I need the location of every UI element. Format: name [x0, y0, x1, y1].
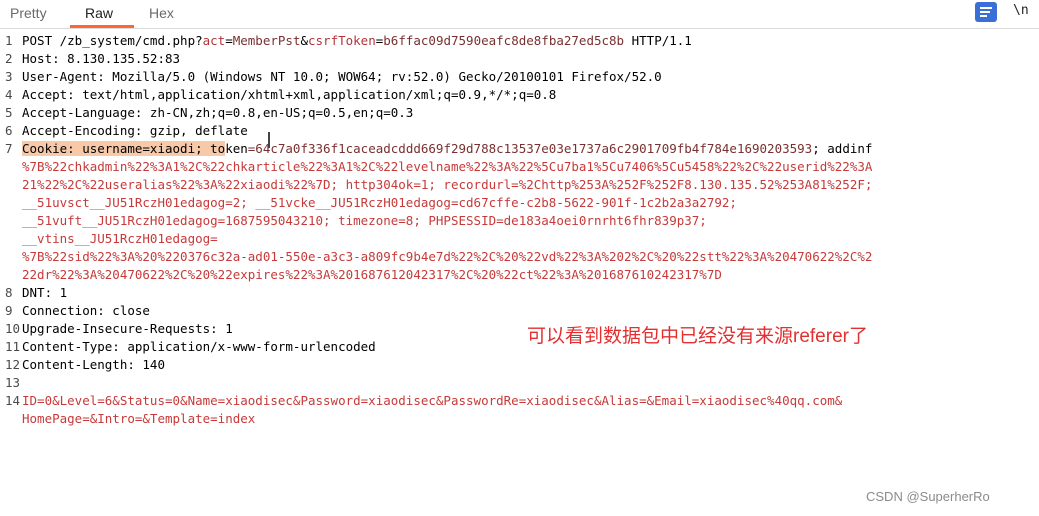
line-number: 14 — [5, 393, 21, 408]
line-number: 6 — [5, 123, 13, 138]
cookie-wrap-line: 22dr%22%3A%20470622%2C%20%22expires%22%3… — [22, 267, 722, 282]
tab-pretty[interactable]: Pretty — [10, 4, 47, 24]
show-newlines-button[interactable]: \n — [1013, 3, 1029, 18]
cookie-wrap-line: 21%22%2C%22useralias%22%3A%22xiaodi%22%7… — [22, 177, 873, 192]
line-number: 10 — [5, 321, 21, 336]
line-number: 3 — [5, 69, 13, 84]
cookie-wrap-line: __51uvsct__JU51RczH01edagog=2; __51vcke_… — [22, 195, 737, 210]
content-type-header: Content-Type: application/x-www-form-url… — [22, 339, 376, 354]
request-text: POST /zb_system/cmd.php?act=MemberPst&cs… — [22, 32, 1039, 464]
request-body: ID=0&Level=6&Status=0&Name=xiaodisec&Pas… — [22, 393, 843, 408]
line-number: 9 — [5, 303, 13, 318]
connection-header: Connection: close — [22, 303, 150, 318]
line-number: 4 — [5, 87, 13, 102]
cookie-wrap-line: %7B%22chkadmin%22%3A1%2C%22chkarticle%22… — [22, 159, 873, 174]
cookie-wrap-line: __51vuft__JU51RczH01edagog=1687595043210… — [22, 213, 707, 228]
line-number: 1 — [5, 33, 13, 48]
dnt-header: DNT: 1 — [22, 285, 68, 300]
annotation-text: 可以看到数据包中已经没有来源referer了 — [527, 326, 868, 347]
line-number: 12 — [5, 357, 21, 372]
line-number: 11 — [5, 339, 21, 354]
line-number: 7 — [5, 141, 13, 156]
cookie-wrap-line: %7B%22sid%22%3A%20%220376c32a-ad01-550e-… — [22, 249, 873, 264]
content-length-header: Content-Length: 140 — [22, 357, 165, 372]
message-editor-tabbar: Pretty Raw Hex \n — [0, 0, 1039, 29]
host-header: Host: 8.130.135.52:83 — [22, 51, 181, 66]
accept-header: Accept: text/html,application/xhtml+xml,… — [22, 87, 557, 102]
text-cursor — [268, 132, 270, 148]
request-editor[interactable]: 1 2 3 4 5 6 7 8 9 10 11 12 13 14 POST /z… — [0, 32, 1039, 516]
tab-raw[interactable]: Raw — [85, 4, 113, 24]
selection-highlight: Cookie: username=xiaodi; to — [22, 141, 226, 156]
tab-hex[interactable]: Hex — [149, 4, 174, 24]
accept-encoding-header: Accept-Encoding: gzip, deflate — [22, 123, 248, 138]
cookie-header: Cookie: username=xiaodi; token=64c7a0f33… — [22, 141, 873, 156]
upgrade-insecure-header: Upgrade-Insecure-Requests: 1 — [22, 321, 233, 336]
line-number: 13 — [5, 375, 21, 390]
line-number: 2 — [5, 51, 13, 66]
cookie-wrap-line: __vtins__JU51RczH01edagog= — [22, 231, 218, 246]
watermark: CSDN @SuperherRo — [866, 489, 990, 504]
request-body-wrap: HomePage=&Intro=&Template=index — [22, 411, 256, 426]
line-number: 5 — [5, 105, 13, 120]
request-line: POST /zb_system/cmd.php?act=MemberPst&cs… — [22, 33, 692, 48]
active-tab-indicator — [70, 25, 134, 28]
wrap-lines-icon[interactable] — [975, 2, 997, 22]
line-number: 8 — [5, 285, 13, 300]
user-agent-header: User-Agent: Mozilla/5.0 (Windows NT 10.0… — [22, 69, 662, 84]
accept-language-header: Accept-Language: zh-CN,zh;q=0.8,en-US;q=… — [22, 105, 414, 120]
